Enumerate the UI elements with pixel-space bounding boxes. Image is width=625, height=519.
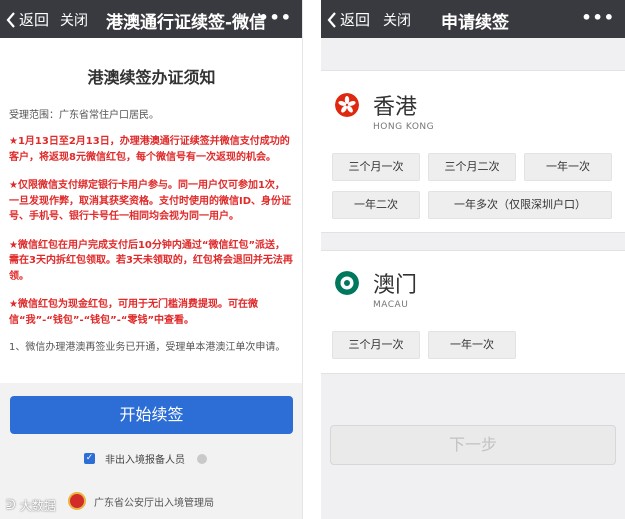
option-1year-single[interactable]: 一年一次 bbox=[428, 331, 516, 359]
page-title: 申请续签 bbox=[441, 13, 509, 33]
region-card-macau: 澳门 MACAU 三个月一次 一年一次 bbox=[321, 250, 625, 374]
region-name: 香港 bbox=[373, 95, 418, 120]
close-button[interactable]: 关闭 bbox=[60, 10, 88, 30]
watermark-text: 大数据 bbox=[19, 499, 56, 513]
watermark-logo-icon: ᕲ bbox=[6, 498, 16, 513]
notice-scope: 受理范围：广东省常住户口居民。 bbox=[9, 110, 159, 121]
police-emblem-icon bbox=[68, 492, 86, 510]
back-button[interactable]: 返回 bbox=[327, 9, 370, 30]
region-subtitle: HONG KONG bbox=[373, 122, 435, 132]
notice-title: 港澳续签办证须知 bbox=[87, 68, 216, 87]
notice-paragraph: 1、微信办理港澳再签业务已开通，受理单本港澳江单次申请。 bbox=[9, 342, 286, 353]
chevron-left-icon bbox=[327, 11, 336, 28]
back-button[interactable]: 返回 bbox=[6, 9, 49, 30]
option-3month-double[interactable]: 三个月二次 bbox=[428, 153, 516, 181]
navbar: 返回 关闭 申请续签 ••• bbox=[321, 0, 625, 38]
declaration-label: 非出入境报备人员 bbox=[105, 455, 185, 466]
right-screen: 返回 关闭 申请续签 ••• 香港 HONG KONG 三个月一次 三个月二次 … bbox=[321, 0, 625, 519]
next-step-button[interactable]: 下一步 bbox=[330, 425, 616, 465]
watermark: ᕲ 大数据 bbox=[6, 497, 56, 514]
footer-org: 广东省公安厅出入境管理局 bbox=[94, 497, 214, 509]
info-icon[interactable] bbox=[197, 453, 207, 464]
back-label: 返回 bbox=[19, 11, 50, 29]
chevron-left-icon bbox=[6, 11, 15, 28]
declaration-checkbox-row: ✓ 非出入境报备人员 bbox=[84, 451, 207, 466]
notice-paragraph: ★仅限微信支付绑定银行卡用户参与。同一用户仅可参加1次，一旦发现作弊，取消其获奖… bbox=[9, 180, 292, 222]
more-button[interactable]: ••• bbox=[258, 8, 292, 27]
left-screen: 返回 关闭 港澳通行证续签-微信 ••• 港澳续签办证须知 受理范围：广东省常住… bbox=[0, 0, 303, 519]
option-3month-single[interactable]: 三个月一次 bbox=[332, 153, 420, 181]
start-renewal-button[interactable]: 开始续签 bbox=[10, 396, 293, 434]
notice-paragraph: ★微信红包在用户完成支付后10分钟内通过“微信红包”派送，需在3天内拆红包领取。… bbox=[9, 239, 293, 282]
footer: 广东省公安厅出入境管理局 bbox=[68, 492, 214, 510]
page-title: 港澳通行证续签-微信 bbox=[106, 13, 267, 33]
more-button[interactable]: ••• bbox=[581, 8, 615, 27]
declaration-checkbox[interactable]: ✓ bbox=[84, 453, 95, 464]
back-label: 返回 bbox=[340, 11, 371, 29]
option-1year-single[interactable]: 一年一次 bbox=[524, 153, 612, 181]
option-3month-single[interactable]: 三个月一次 bbox=[332, 331, 420, 359]
option-1year-double[interactable]: 一年二次 bbox=[332, 191, 420, 219]
region-subtitle: MACAU bbox=[373, 300, 409, 310]
hongkong-flag-icon bbox=[335, 93, 359, 117]
notice-paragraph: ★1月13日至2月13日，办理港澳通行证续签并微信支付成功的客户，将返现8元微信… bbox=[9, 136, 290, 163]
region-name: 澳门 bbox=[373, 273, 418, 298]
notice-paragraph: ★微信红包为现金红包，可用于无门槛消费提现。可在微信“我”-“钱包”-“钱包”-… bbox=[9, 299, 258, 326]
region-card-hongkong: 香港 HONG KONG 三个月一次 三个月二次 一年一次 一年二次 一年多次（… bbox=[321, 70, 625, 233]
navbar: 返回 关闭 港澳通行证续签-微信 ••• bbox=[0, 0, 302, 38]
option-1year-multiple[interactable]: 一年多次（仅限深圳户口） bbox=[428, 191, 612, 219]
close-button[interactable]: 关闭 bbox=[383, 10, 411, 30]
macau-flag-icon bbox=[335, 271, 359, 295]
notice-panel[interactable]: 港澳续签办证须知 受理范围：广东省常住户口居民。 ★1月13日至2月13日，办理… bbox=[0, 38, 302, 383]
